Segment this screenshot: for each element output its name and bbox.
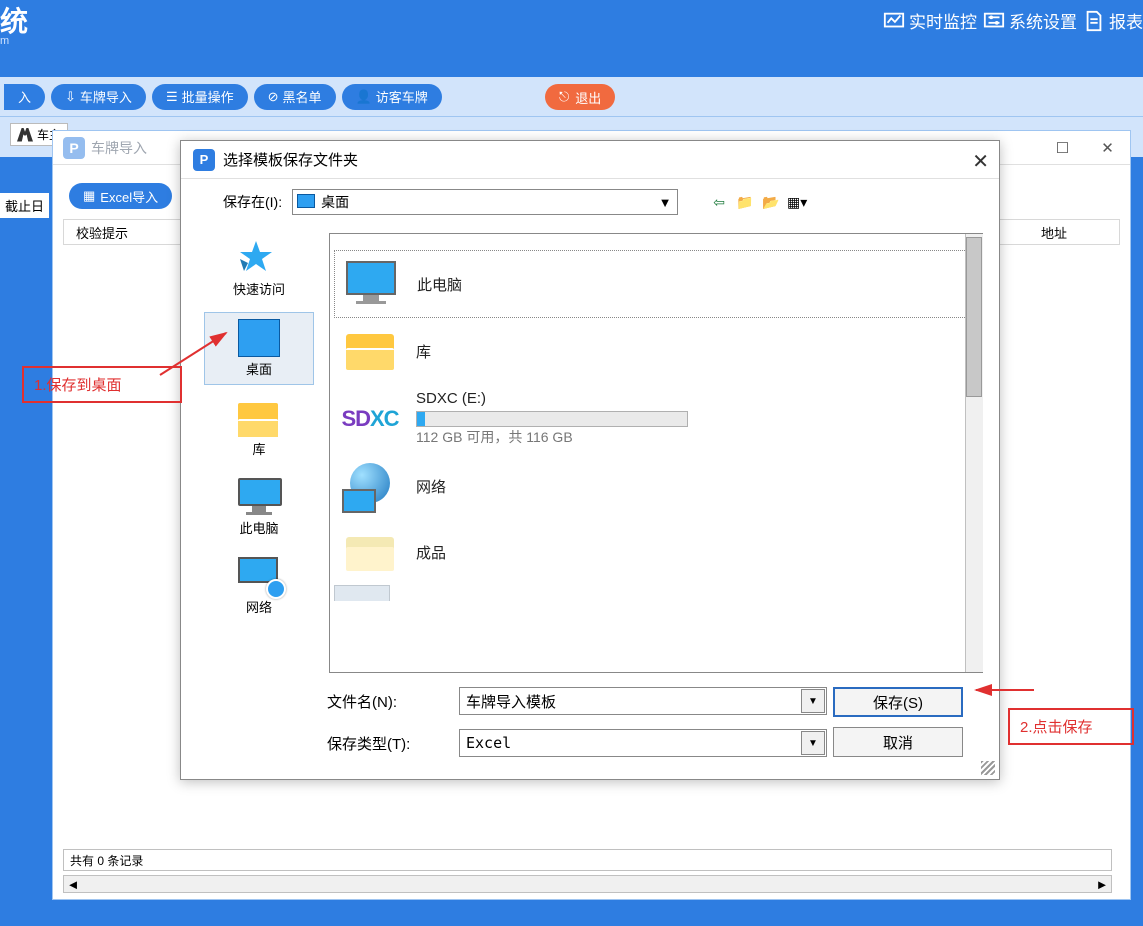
network-icon — [238, 557, 280, 595]
scroll-left-arrow[interactable]: ◄ — [64, 876, 82, 892]
status-bar: 共有 0 条记录 — [63, 849, 1112, 871]
place-network[interactable]: 网络 — [204, 551, 314, 622]
place-quick-access[interactable]: 快速访问 — [204, 233, 314, 304]
toolbar-item-1[interactable]: 入 — [4, 84, 45, 110]
window-controls: ☐ ✕ — [1040, 131, 1130, 165]
binoculars-icon — [17, 128, 33, 142]
settings-button[interactable]: 系统设置 — [983, 8, 1077, 33]
pc-icon — [343, 261, 399, 307]
folder-icon — [342, 529, 398, 575]
star-icon — [238, 239, 280, 277]
library-icon — [342, 328, 398, 374]
cancel-button[interactable]: 取消 — [833, 727, 963, 757]
filename-input[interactable] — [459, 687, 827, 715]
network-icon — [342, 463, 398, 509]
save-dialog: P 选择模板保存文件夹 ✕ 保存在(I): ▼ ⇦ 📁 📂 ▦▾ — [180, 140, 1000, 780]
excel-import-button[interactable]: ▦Excel导入 — [69, 183, 172, 209]
save-in-label: 保存在(I): — [223, 192, 282, 212]
filename-dropdown-arrow[interactable]: ▼ — [801, 689, 825, 713]
save-button[interactable]: 保存(S) — [833, 687, 963, 717]
settings-label: 系统设置 — [1009, 8, 1077, 33]
item-product[interactable]: 成品 — [334, 519, 979, 585]
blacklist-button[interactable]: ⊘黑名单 — [254, 84, 336, 110]
item-network[interactable]: 网络 — [334, 453, 979, 519]
back-icon[interactable]: ⇦ — [708, 192, 730, 212]
new-folder-icon[interactable]: 📂 — [760, 192, 782, 212]
plate-import-button[interactable]: ⇩车牌导入 — [51, 84, 146, 110]
filetype-dropdown-arrow[interactable]: ▼ — [801, 731, 825, 755]
col-address: 地址 — [1029, 223, 1079, 242]
toolbar: 入 ⇩车牌导入 ☰批量操作 ⊘黑名单 👤访客车牌 ⎋退出 — [0, 77, 1143, 117]
item-partial-icon — [334, 585, 390, 601]
maximize-button[interactable]: ☐ — [1040, 131, 1085, 165]
monitor-button[interactable]: 实时监控 — [883, 8, 977, 33]
app-logo-text: 统 — [0, 0, 28, 40]
batch-ops-button[interactable]: ☰批量操作 — [152, 84, 248, 110]
desktop-icon — [297, 194, 315, 208]
up-folder-icon[interactable]: 📁 — [734, 192, 756, 212]
list-icon: ☰ — [166, 89, 178, 105]
save-in-select[interactable] — [292, 189, 678, 215]
item-library[interactable]: 库 — [334, 318, 979, 384]
exit-icon: ⎋ — [559, 89, 569, 105]
item-this-pc[interactable]: 此电脑 — [334, 250, 979, 318]
scroll-right-arrow[interactable]: ► — [1093, 876, 1111, 892]
file-list[interactable]: 此电脑 库 SDXC SDXC (E:) 112 GB 可用，共 116 GB — [329, 233, 983, 673]
view-menu-icon[interactable]: ▦▾ — [786, 192, 808, 212]
reports-label: 报表 — [1109, 8, 1143, 33]
annotation-step-2: 2.点击保存 — [1008, 708, 1134, 745]
horizontal-scrollbar[interactable]: ◄ ► — [63, 875, 1112, 893]
subwin-title: 车牌导入 — [91, 138, 147, 158]
file-list-scrollbar[interactable] — [965, 234, 983, 672]
filetype-label: 保存类型(T): — [327, 733, 437, 754]
sd-icon: SDXC — [341, 406, 398, 432]
p-icon: P — [193, 149, 215, 171]
table-icon: ▦ — [83, 188, 95, 204]
p-icon: P — [63, 137, 85, 159]
resize-grip[interactable] — [981, 761, 995, 775]
dialog-title-bar: P 选择模板保存文件夹 — [181, 141, 999, 179]
blacklist-icon: ⊘ — [268, 89, 279, 105]
reports-button[interactable]: 报表 — [1083, 8, 1143, 33]
visitor-icon: 👤 — [356, 89, 372, 105]
desktop-icon — [238, 319, 280, 357]
library-icon — [238, 399, 280, 437]
item-sdxc[interactable]: SDXC SDXC (E:) 112 GB 可用，共 116 GB — [334, 384, 979, 453]
document-icon — [1083, 10, 1105, 32]
place-desktop[interactable]: 桌面 — [204, 312, 314, 385]
visitor-plate-button[interactable]: 👤访客车牌 — [342, 84, 442, 110]
filename-label: 文件名(N): — [327, 691, 437, 712]
pc-icon — [238, 478, 280, 516]
dialog-close-button[interactable]: ✕ — [972, 149, 989, 174]
top-header: 统 m 实时监控 系统设置 报表 — [0, 0, 1143, 77]
close-button[interactable]: ✕ — [1085, 131, 1130, 165]
storage-bar — [416, 411, 688, 427]
scroll-thumb[interactable] — [966, 237, 982, 397]
places-bar: 快速访问 桌面 库 此电脑 网络 — [197, 233, 321, 673]
dialog-bottom: 文件名(N): ▼ 保存类型(T): ▼ 保存(S) 取消 — [197, 673, 983, 771]
filetype-select[interactable] — [459, 729, 827, 757]
cutoff-date-label: 截止日 — [0, 193, 49, 218]
place-this-pc[interactable]: 此电脑 — [204, 472, 314, 543]
col-validation: 校验提示 — [64, 223, 140, 242]
sliders-icon — [983, 10, 1005, 32]
download-icon: ⇩ — [65, 89, 76, 105]
exit-button[interactable]: ⎋退出 — [545, 84, 615, 110]
dialog-title: 选择模板保存文件夹 — [223, 149, 358, 170]
app-logo-sub: m — [0, 35, 9, 47]
save-in-row: 保存在(I): ▼ ⇦ 📁 📂 ▦▾ — [223, 189, 983, 215]
chart-icon — [883, 10, 905, 32]
monitor-label: 实时监控 — [909, 8, 977, 33]
annotation-step-1: 1.保存到桌面 — [22, 366, 182, 403]
place-library[interactable]: 库 — [204, 393, 314, 464]
